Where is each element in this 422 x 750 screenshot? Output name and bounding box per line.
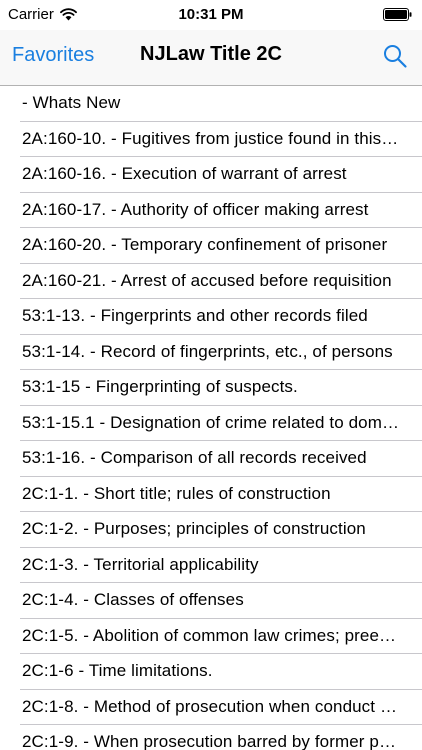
list-item-label: 2A:160-20. - Temporary confinement of pr… bbox=[22, 235, 388, 254]
list-item[interactable]: 2C:1-1. - Short title; rules of construc… bbox=[20, 477, 422, 512]
list-item[interactable]: 2A:160-16. - Execution of warrant of arr… bbox=[20, 157, 422, 193]
app-screen: Carrier 10:31 PM Favorites NJLaw Title 2… bbox=[0, 0, 422, 750]
list-item-label: 2C:1-6 - Time limitations. bbox=[22, 661, 213, 680]
list-item-label: 2C:1-2. - Purposes; principles of constr… bbox=[22, 519, 366, 538]
search-icon[interactable] bbox=[382, 43, 408, 69]
list-item-label: - Whats New bbox=[22, 93, 121, 112]
favorites-button[interactable]: Favorites bbox=[12, 44, 94, 67]
list-item[interactable]: 53:1-13. - Fingerprints and other record… bbox=[20, 299, 422, 335]
list-item-label: 2C:1-3. - Territorial applicability bbox=[22, 554, 259, 574]
list-item[interactable]: 53:1-16. - Comparison of all records rec… bbox=[20, 441, 422, 477]
list-item-label: 2C:1-1. - Short title; rules of construc… bbox=[22, 483, 331, 503]
list-item-label: 2A:160-16. - Execution of warrant of arr… bbox=[22, 164, 347, 183]
list-item[interactable]: 2C:1-5. - Abolition of common law crimes… bbox=[20, 619, 422, 654]
list-item-label: 53:1-16. - Comparison of all records rec… bbox=[22, 448, 367, 467]
list-item-label: 2A:160-17. - Authority of officer making… bbox=[22, 199, 369, 219]
list-item[interactable]: 2C:1-9. - When prosecution barred by for… bbox=[20, 725, 422, 750]
list-item-label: 2A:160-21. - Arrest of accused before re… bbox=[22, 270, 392, 290]
list-item-label: 2C:1-8. - Method of prosecution when con… bbox=[22, 696, 400, 716]
list-item-label: 53:1-13. - Fingerprints and other record… bbox=[22, 306, 368, 325]
statute-list: - Whats New 2A:160-10. - Fugitives from … bbox=[0, 86, 422, 750]
list-item-label: 53:1-15 - Fingerprinting of suspects. bbox=[22, 377, 298, 396]
battery-icon bbox=[383, 8, 412, 21]
list-item[interactable]: 2A:160-10. - Fugitives from justice foun… bbox=[20, 122, 422, 157]
list-item[interactable]: 2C:1-2. - Purposes; principles of constr… bbox=[20, 512, 422, 548]
list-item-label: 53:1-15.1 - Designation of crime related… bbox=[22, 412, 400, 432]
list-item-label: 2C:1-5. - Abolition of common law crimes… bbox=[22, 625, 400, 645]
navigation-bar: Favorites NJLaw Title 2C bbox=[0, 30, 422, 86]
list-item-label: 2A:160-10. - Fugitives from justice foun… bbox=[22, 128, 400, 148]
list-item[interactable]: 2C:1-4. - Classes of offenses bbox=[20, 583, 422, 619]
list-item[interactable]: - Whats New bbox=[20, 86, 422, 122]
list-item[interactable]: 2A:160-21. - Arrest of accused before re… bbox=[20, 264, 422, 299]
list-item-label: 2C:1-9. - When prosecution barred by for… bbox=[22, 732, 400, 750]
list-item[interactable]: 2A:160-20. - Temporary confinement of pr… bbox=[20, 228, 422, 264]
status-time: 10:31 PM bbox=[178, 6, 244, 23]
list-item[interactable]: 2A:160-17. - Authority of officer making… bbox=[20, 193, 422, 228]
list-item[interactable]: 53:1-14. - Record of fingerprints, etc.,… bbox=[20, 335, 422, 370]
status-bar: Carrier 10:31 PM bbox=[0, 0, 422, 30]
list-item[interactable]: 2C:1-3. - Territorial applicability bbox=[20, 548, 422, 583]
list-item-label: 53:1-14. - Record of fingerprints, etc.,… bbox=[22, 341, 393, 361]
list-item[interactable]: 53:1-15 - Fingerprinting of suspects. bbox=[20, 370, 422, 406]
list-item[interactable]: 53:1-15.1 - Designation of crime related… bbox=[20, 406, 422, 441]
list-item-label: 2C:1-4. - Classes of offenses bbox=[22, 590, 244, 609]
list-item[interactable]: 2C:1-8. - Method of prosecution when con… bbox=[20, 690, 422, 725]
list-item[interactable]: 2C:1-6 - Time limitations. bbox=[20, 654, 422, 690]
